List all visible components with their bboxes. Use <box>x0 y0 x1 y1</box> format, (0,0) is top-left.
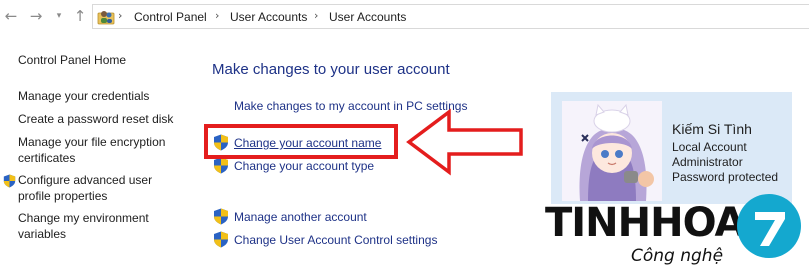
watermark-seven-icon <box>737 194 801 258</box>
environment-variables-link[interactable]: Change my environment variables <box>18 210 168 242</box>
manage-credentials-link[interactable]: Manage your credentials <box>18 88 188 104</box>
left-navigation-pane: Control Panel Home Manage your credentia… <box>0 33 195 276</box>
breadcrumb-user-accounts[interactable]: User Accounts <box>230 10 307 24</box>
uac-shield-icon <box>214 157 228 174</box>
breadcrumb-user-accounts-current[interactable]: User Accounts <box>329 10 406 24</box>
dropdown-icon[interactable]: ▾ <box>50 7 68 25</box>
account-type: Local Account <box>672 140 747 154</box>
address-toolbar: ← → ▾ ↑ › Control Panel › User Accounts … <box>0 0 809 33</box>
breadcrumb-separator-icon: › <box>215 9 220 22</box>
red-arrow-icon <box>406 108 523 176</box>
forward-arrow-icon[interactable]: → <box>27 7 45 25</box>
file-encryption-link[interactable]: Manage your file encryption certificates <box>18 134 178 166</box>
password-reset-disk-link[interactable]: Create a password reset disk <box>18 111 188 127</box>
watermark-logo: TINHHOA Công nghệ <box>543 190 809 276</box>
account-role: Administrator <box>672 155 743 169</box>
page-title: Make changes to your user account <box>212 61 450 78</box>
manage-another-account-link[interactable]: Manage another account <box>234 210 367 224</box>
watermark-subtitle: Công nghệ <box>631 246 724 266</box>
avatar-image <box>562 101 662 201</box>
highlight-box <box>204 124 398 159</box>
breadcrumb-control-panel[interactable]: Control Panel <box>134 10 207 24</box>
breadcrumb-separator-icon: › <box>314 9 319 22</box>
account-name: Kiếm Si Tình <box>672 121 752 137</box>
avatar <box>562 101 662 201</box>
account-card: Kiếm Si Tình Local Account Administrator… <box>551 92 792 204</box>
uac-shield-icon <box>3 174 16 188</box>
up-arrow-icon[interactable]: ↑ <box>71 7 89 25</box>
advanced-profile-link[interactable]: Configure advanced user profile properti… <box>18 172 178 204</box>
uac-shield-icon <box>214 231 228 248</box>
change-account-type-link[interactable]: Change your account type <box>234 159 374 173</box>
back-arrow-icon[interactable]: ← <box>2 7 20 25</box>
breadcrumb-separator-icon: › <box>118 9 123 22</box>
control-panel-home-link[interactable]: Control Panel Home <box>18 52 188 68</box>
account-status: Password protected <box>672 170 779 184</box>
watermark-wordmark: TINHHOA <box>545 200 745 246</box>
users-folder-icon <box>97 11 115 25</box>
uac-shield-icon <box>214 208 228 225</box>
uac-settings-link[interactable]: Change User Account Control settings <box>234 233 437 247</box>
address-bar[interactable]: › Control Panel › User Accounts › User A… <box>92 4 809 29</box>
